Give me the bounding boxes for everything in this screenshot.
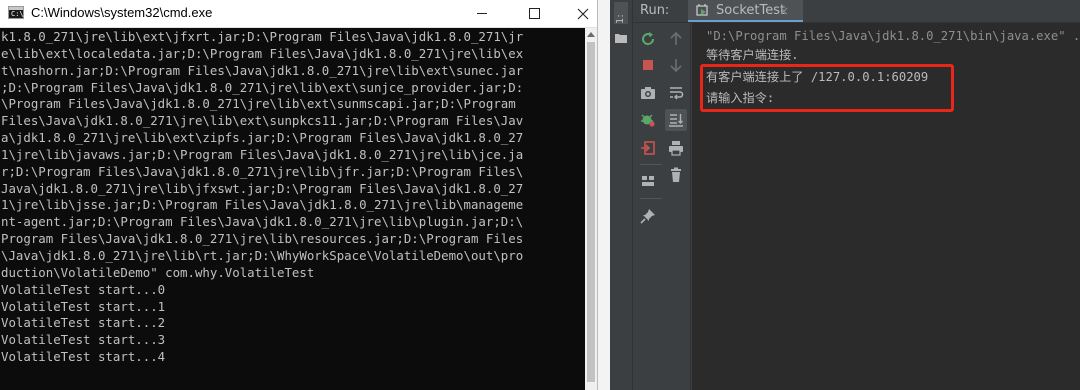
console-command-line: "D:\Program Files\Java\jdk1.8.0_271\bin\… <box>706 29 1080 43</box>
exit-button[interactable] <box>637 137 659 159</box>
tab-title: SocketTest <box>716 3 786 18</box>
cmd-text: k1.8.0_271\jre\lib\ext\jfxrt.jar;D:\Prog… <box>1 29 524 365</box>
toolbar-separator <box>640 198 662 199</box>
tab-sockettest[interactable]: SocketTest × <box>688 0 803 22</box>
settings-button[interactable] <box>637 109 659 131</box>
scroll-to-end-icon <box>669 114 683 127</box>
dump-threads-button[interactable] <box>637 82 659 104</box>
tab-close-icon[interactable]: × <box>779 2 789 20</box>
arrow-up-icon <box>670 31 682 45</box>
rerun-icon <box>642 32 655 46</box>
rerun-button[interactable] <box>637 28 659 50</box>
scroll-down-button[interactable] <box>665 54 687 76</box>
minimize-button[interactable] <box>459 0 505 27</box>
console-line-waiting: 等待客户端连接. <box>706 48 799 62</box>
scroll-up-button[interactable] <box>665 28 687 50</box>
ide-run-panel: 1: Pr Run: SocketTest × <box>610 0 1080 390</box>
exit-icon <box>641 141 655 155</box>
run-toolbar <box>633 23 692 390</box>
cmd-console-output[interactable]: k1.8.0_271\jre\lib\ext\jfxrt.jar;D:\Prog… <box>0 28 585 390</box>
cmd-scrollbar[interactable] <box>585 28 597 390</box>
bug-settings-icon <box>641 114 655 127</box>
clear-all-button[interactable] <box>665 164 687 186</box>
print-button[interactable] <box>665 137 687 159</box>
pin-tab-button[interactable] <box>637 205 659 227</box>
left-tool-stripe: 1: Pr <box>610 0 633 390</box>
run-label: Run: <box>640 3 670 18</box>
scrollbar-thumb[interactable] <box>587 42 595 382</box>
stop-icon <box>643 60 653 70</box>
cmd-window: C:\ C:\Windows\system32\cmd.exe k1.8.0_2… <box>0 0 598 390</box>
scroll-up-arrow-icon[interactable] <box>587 32 595 37</box>
printer-icon <box>669 141 683 156</box>
run-tool-header: Run: SocketTest × <box>633 0 1080 23</box>
pin-icon <box>640 209 655 224</box>
stop-button[interactable] <box>637 54 659 76</box>
maximize-button[interactable] <box>511 0 557 27</box>
window-gap <box>598 0 610 390</box>
run-config-icon <box>696 4 708 16</box>
toolbar-divider <box>690 23 691 390</box>
layout-icon <box>642 176 654 186</box>
cmd-titlebar[interactable]: C:\ C:\Windows\system32\cmd.exe <box>0 0 597 28</box>
highlight-box <box>700 64 954 112</box>
camera-icon <box>641 87 655 99</box>
close-icon <box>577 8 589 19</box>
folder-icon[interactable] <box>615 28 627 43</box>
trash-icon <box>671 167 681 182</box>
cmd-window-title: C:\Windows\system32\cmd.exe <box>31 5 213 20</box>
scroll-to-end-button[interactable] <box>665 109 687 131</box>
toolbar-separator <box>640 164 662 165</box>
arrow-down-icon <box>670 59 682 73</box>
cmd-app-icon: C:\ <box>8 6 24 19</box>
layout-button[interactable] <box>637 170 659 192</box>
soft-wrap-button[interactable] <box>665 82 687 104</box>
soft-wrap-icon <box>670 87 684 100</box>
project-tool-tab[interactable]: 1: Pr <box>614 2 628 24</box>
